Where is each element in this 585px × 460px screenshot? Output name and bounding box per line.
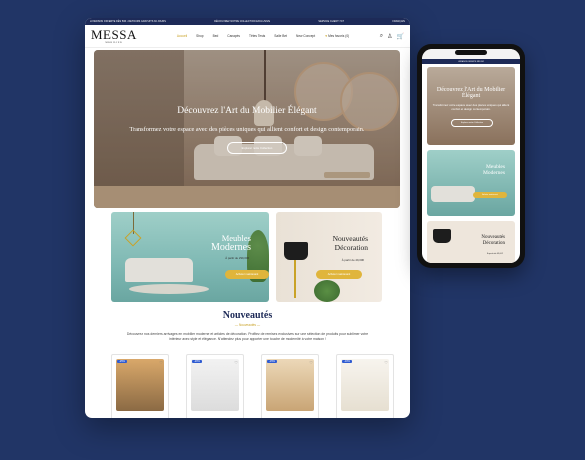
discount-badge: -15% <box>267 360 277 363</box>
phone-hero-button[interactable]: Explorer notre Collection <box>451 119 493 127</box>
phone-banner-title-line2: Modernes <box>483 170 505 176</box>
phone-banner-decoration[interactable]: Nouveautés Décoration À partir de 49,00€ <box>427 221 515 263</box>
brand-name: MESSA <box>91 26 137 42</box>
wishlist-link[interactable]: ♥ Mes favoris (0) <box>325 34 349 38</box>
announcement-left: LIVRAISON OFFERTE DÈS 50€ • RETOURS GRAT… <box>90 20 166 23</box>
heart-icon: ♥ <box>325 34 328 38</box>
phone-hero-subtitle: Transformez votre espace avec des pièces… <box>432 103 510 111</box>
user-icon[interactable]: ♙ <box>387 33 392 40</box>
plant <box>314 280 340 302</box>
lampshade <box>433 229 451 243</box>
product-image-chaise <box>116 359 164 411</box>
phone-banner-title: Meubles Modernes <box>483 164 505 176</box>
discount-badge: -10% <box>342 360 352 363</box>
phone-banner-title: Nouveautés Décoration <box>481 235 505 247</box>
announcement-bar: LIVRAISON OFFERTE DÈS 50€ • RETOURS GRAT… <box>85 18 410 25</box>
search-icon[interactable]: ⌕ <box>380 33 383 40</box>
hero-banner: Découvrez l'Art du Mobilier Élégant Tran… <box>94 50 400 208</box>
menu-item-salle[interactable]: Salle Bet <box>274 34 287 38</box>
main-nav: MESSA MOBILIER Accueil Shop Bed Canapés … <box>85 25 410 48</box>
phone-hero: Découvrez l'Art du Mobilier Élégant Tran… <box>427 67 515 145</box>
banner-price: À partir de 299,00€ <box>225 256 249 260</box>
hero-title: Découvrez l'Art du Mobilier Élégant <box>177 106 317 116</box>
menu-item-new-concept[interactable]: New Concept <box>296 34 315 38</box>
brand-logo[interactable]: MESSA MOBILIER <box>91 28 137 44</box>
sofa <box>431 186 475 202</box>
brand-tagline: MOBILIER <box>105 41 123 44</box>
wishlist-heart-icon[interactable]: ♡ <box>159 360 163 365</box>
hero-subtitle: Transformez votre espace avec des pièces… <box>129 126 365 133</box>
product-image-fauteuil <box>341 359 389 411</box>
banner-meubles-modernes[interactable]: Meubles Modernes À partir de 299,00€ Ach… <box>111 212 269 302</box>
wishlist-heart-icon[interactable]: ♡ <box>234 360 238 365</box>
banner-title-line2: Modernes <box>211 242 251 253</box>
section-title: Nouveautés <box>222 310 273 321</box>
nav-icons: ⌕ ♙ 🛒 <box>380 33 404 40</box>
product-card[interactable]: -15% ♡ <box>261 354 319 418</box>
rug <box>129 284 209 294</box>
sofa <box>125 258 193 282</box>
phone-notch <box>455 50 487 55</box>
menu-item-shop[interactable]: Shop <box>196 34 203 38</box>
menu-item-tetes[interactable]: Têtes Tests <box>249 34 265 38</box>
phone-banner-meubles[interactable]: Meubles Modernes Acheter maintenant <box>427 150 515 216</box>
banner-nouveautes-decoration[interactable]: Nouveautés Décoration À partir de 49,00€… <box>276 212 382 302</box>
phone-announcement: LIVRAISON OFFERTE DÈS 50€ <box>422 59 520 64</box>
banner-price: À partir de 49,00€ <box>341 258 364 262</box>
product-card[interactable]: -25% ♡ <box>111 354 169 418</box>
banner-title: Nouveautés Décoration <box>333 234 368 252</box>
language-selector[interactable]: FRANÇAIS <box>392 20 405 23</box>
banner-buy-button[interactable]: Acheter maintenant <box>225 270 269 279</box>
pendant-lamp <box>124 229 142 247</box>
section-description: Découvrez nos derniers arrivages en mobi… <box>126 332 369 341</box>
wishlist-heart-icon[interactable]: ♡ <box>384 360 388 365</box>
announcement-center: DÉCOUVREZ NOTRE COLLECTION EXCLUSIVE <box>214 20 271 23</box>
phone-screen: LIVRAISON OFFERTE DÈS 50€ Découvrez l'Ar… <box>422 49 520 263</box>
banner-title-line1: Nouveautés <box>332 234 368 243</box>
phone-banner-price: À partir de 49,00€ <box>487 253 503 255</box>
menu-item-canapes[interactable]: Canapés <box>227 34 240 38</box>
desktop-screenshot: LIVRAISON OFFERTE DÈS 50€ • RETOURS GRAT… <box>85 18 410 418</box>
lamp-stand <box>294 258 296 298</box>
wishlist-label: Mes favoris (0) <box>328 34 350 38</box>
lampshade <box>284 242 308 260</box>
product-image-commode <box>266 359 314 411</box>
product-grid: -25% ♡ -20% ♡ -15% ♡ -10% ♡ <box>111 354 394 418</box>
product-image-horloge <box>191 359 239 411</box>
phone-banner-title-line2: Décoration <box>482 241 505 246</box>
menu-item-accueil[interactable]: Accueil <box>177 34 187 38</box>
mobile-phone-mockup: LIVRAISON OFFERTE DÈS 50€ Découvrez l'Ar… <box>417 44 525 268</box>
discount-badge: -25% <box>117 360 127 363</box>
cart-icon[interactable]: 🛒 <box>397 33 404 40</box>
banner-buy-button[interactable]: Acheter maintenant <box>316 270 362 279</box>
product-card[interactable]: -20% ♡ <box>186 354 244 418</box>
banner-title: Meubles Modernes <box>211 234 251 253</box>
wishlist-heart-icon[interactable]: ♡ <box>309 360 313 365</box>
banner-title-line2: Décoration <box>334 243 368 252</box>
section-subtitle: — Nouveautés — <box>234 323 261 327</box>
menu-list: Accueil Shop Bed Canapés Têtes Tests Sal… <box>177 34 315 38</box>
product-card[interactable]: -10% ♡ <box>336 354 394 418</box>
menu-item-bed[interactable]: Bed <box>213 34 219 38</box>
discount-badge: -20% <box>192 360 202 363</box>
announcement-right: SERVICE CLIENT 7J/7 <box>318 20 345 23</box>
phone-banner-button[interactable]: Acheter maintenant <box>473 192 507 198</box>
hero-cta-button[interactable]: Explorer notre Collection <box>227 142 287 154</box>
phone-hero-title: Découvrez l'Art du Mobilier Élégant <box>436 87 506 99</box>
